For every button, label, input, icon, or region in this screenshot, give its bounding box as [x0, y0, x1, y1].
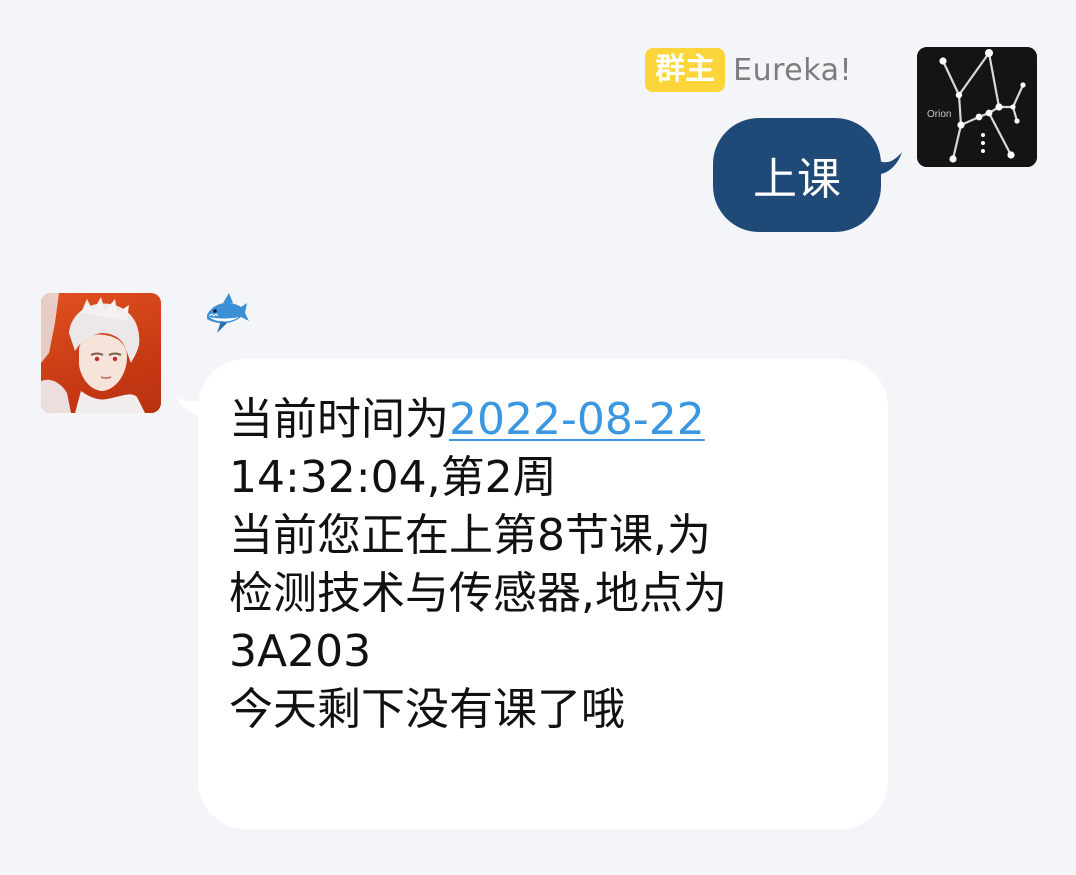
- message-line-clock-week: 14:32:04,第2周: [229, 452, 557, 503]
- message-line-time: 当前时间为2022-08-22: [229, 391, 848, 449]
- message-line-current-class: 当前您正在上第8节课,为: [229, 510, 711, 561]
- sender-avatar[interactable]: Orion: [917, 47, 1037, 167]
- outgoing-message-text: 上课: [753, 154, 841, 205]
- incoming-message-bubble[interactable]: 当前时间为2022-08-22 14:32:04,第2周 当前您正在上第8节课,…: [198, 359, 888, 829]
- anime-character-avatar-icon: [41, 293, 145, 413]
- orion-constellation-icon: Orion: [917, 47, 1037, 167]
- message-line-remaining: 今天剩下没有课了哦: [229, 684, 625, 735]
- message-line-course-location: 检测技术与传感器,地点为: [229, 568, 727, 619]
- svg-text:Orion: Orion: [927, 109, 951, 120]
- incoming-message-text: 当前时间为2022-08-22 14:32:04,第2周 当前您正在上第8节课,…: [229, 391, 848, 739]
- group-owner-badge: 群主: [645, 48, 726, 92]
- date-link[interactable]: 2022-08-22: [449, 394, 705, 445]
- bot-avatar[interactable]: [41, 293, 161, 413]
- shark-icon: [207, 293, 249, 333]
- time-prefix: 当前时间为: [229, 394, 449, 445]
- message-line-room: 3A203: [229, 626, 372, 677]
- outgoing-message-bubble[interactable]: 上课: [713, 118, 881, 232]
- sender-name[interactable]: Eureka!: [733, 53, 852, 88]
- sender-header: 群主 Eureka!: [645, 48, 852, 92]
